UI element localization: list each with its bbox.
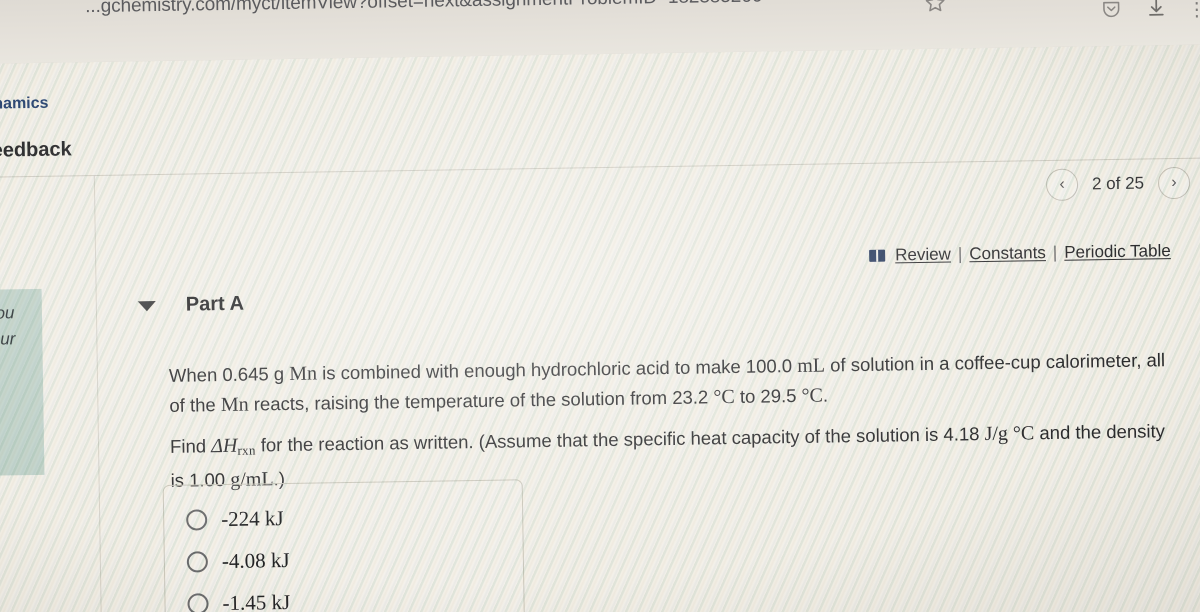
download-icon[interactable] xyxy=(1145,0,1167,24)
q1-seg-a: When 0.645 g xyxy=(168,362,290,386)
sidebar-note-box: . You in your ce xyxy=(0,288,45,477)
q1-unit-ml: mL xyxy=(797,354,826,377)
choice-row-0[interactable]: -224 kJ xyxy=(186,506,284,533)
sidebar-note-line-1: . You xyxy=(0,303,15,323)
screenshot-root: ...gchemistry.com/myct/itemView?offset=n… xyxy=(0,0,1200,612)
part-title: Part A xyxy=(185,292,245,316)
q2-heat-capacity-unit: J/g °C xyxy=(984,422,1035,446)
pocket-save-icon[interactable] xyxy=(1100,0,1122,25)
q1-seg-e: to 29.5 xyxy=(734,384,802,407)
part-header[interactable]: Part A xyxy=(137,292,245,318)
star-bookmark-icon[interactable] xyxy=(923,0,947,22)
choice-label: -4.08 kJ xyxy=(221,547,290,574)
caret-down-icon[interactable] xyxy=(137,300,156,311)
radio-button-icon[interactable] xyxy=(186,509,208,531)
choice-label: -224 kJ xyxy=(221,506,284,532)
sidebar-note-line-2: in your xyxy=(0,329,16,349)
q1-seg-d: reacts, raising the temperature of the s… xyxy=(248,386,714,415)
q1-seg-b: is combined with enough hydrochloric aci… xyxy=(316,354,798,384)
link-separator-1: | xyxy=(957,244,963,264)
q2-delta-h-symbol: ΔH xyxy=(211,434,238,458)
q1-temp-unit-1: °C xyxy=(713,385,735,409)
previous-question-button[interactable]: ‹ xyxy=(1045,168,1079,202)
answer-choices-box: -224 kJ -4.08 kJ -1.45 kJ -2.63 kJ xyxy=(162,479,526,612)
question-navigator: ‹ 2 of 25 › xyxy=(1045,166,1191,202)
q2-seg-b: for the reaction as written. (Assume tha… xyxy=(255,423,985,456)
question-counter: 2 of 25 xyxy=(1091,173,1145,194)
breadcrumb[interactable]: dynamics xyxy=(0,95,49,114)
feedback-heading: Feedback xyxy=(0,138,72,162)
resource-links: Review | Constants | Periodic Table xyxy=(869,241,1171,266)
book-icon xyxy=(869,249,886,262)
photographed-screen: ...gchemistry.com/myct/itemView?offset=n… xyxy=(0,0,1200,612)
q1-formula-mn-1: Mn xyxy=(289,362,318,385)
radio-button-icon[interactable] xyxy=(187,593,209,612)
header-divider xyxy=(0,156,1200,179)
q2-seg-a: Find xyxy=(169,435,212,457)
q1-seg-f: . xyxy=(822,384,829,406)
q1-temp-unit-2: °C xyxy=(801,384,824,407)
q2-delta-h: ΔHrxn xyxy=(211,435,256,458)
periodic-table-link[interactable]: Periodic Table xyxy=(1064,241,1171,263)
review-link[interactable]: Review xyxy=(895,245,951,266)
constants-link[interactable]: Constants xyxy=(969,243,1046,264)
page-content: dynamics Feedback . You in your ce ‹ 2 o… xyxy=(0,44,1200,612)
link-separator-2: | xyxy=(1052,242,1058,262)
next-question-button[interactable]: › xyxy=(1157,166,1191,200)
question-paragraph-1: When 0.645 g Mn is combined with enough … xyxy=(169,345,1180,421)
address-bar[interactable]: ...gchemistry.com/myct/itemView?offset=n… xyxy=(85,0,945,22)
radio-button-icon[interactable] xyxy=(186,551,209,573)
choice-row-2[interactable]: -1.45 kJ xyxy=(187,590,290,612)
choice-row-1[interactable]: -4.08 kJ xyxy=(186,547,290,575)
sidebar-divider xyxy=(93,175,103,612)
q2-delta-h-subscript: rxn xyxy=(237,442,256,458)
choice-label: -1.45 kJ xyxy=(222,589,291,612)
q1-formula-mn-2: Mn xyxy=(220,393,249,417)
browser-menu-icon[interactable]: ⋮ xyxy=(1187,0,1200,22)
